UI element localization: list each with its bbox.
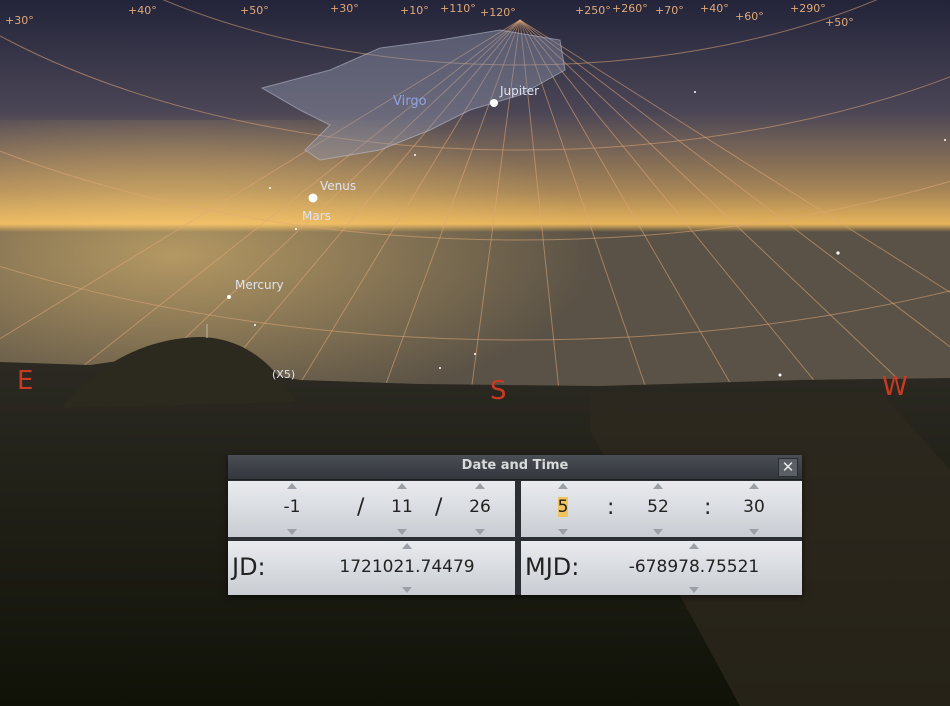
minute-increment-icon[interactable] xyxy=(653,483,663,489)
dialog-title: Date and Time xyxy=(461,458,569,473)
jd-spinbox[interactable]: 1721021.74479 xyxy=(317,541,497,595)
grid-label: +110° xyxy=(440,2,476,15)
grid-label: +260° xyxy=(612,2,648,15)
grid-label: +120° xyxy=(480,6,516,19)
dialog-titlebar[interactable]: Date and Time ✕ xyxy=(228,455,802,480)
date-time-dialog: Date and Time ✕ -1 / 11 / 26 5 : 52: 30… xyxy=(228,455,802,595)
minute-spinbox[interactable]: 52 xyxy=(628,481,688,537)
mjd-label: MJD: xyxy=(525,553,580,581)
hour-decrement-icon[interactable] xyxy=(558,529,568,535)
second-increment-icon[interactable] xyxy=(749,483,759,489)
grid-label: +30° xyxy=(330,2,359,15)
day-value[interactable]: 26 xyxy=(450,497,510,517)
second-spinbox[interactable]: 30 xyxy=(724,481,784,537)
grid-label: +30° xyxy=(5,14,34,27)
day-spinbox[interactable]: 26 xyxy=(450,481,510,537)
jd-decrement-icon[interactable] xyxy=(402,587,412,593)
second-decrement-icon[interactable] xyxy=(749,529,759,535)
month-decrement-icon[interactable] xyxy=(397,529,407,535)
month-increment-icon[interactable] xyxy=(397,483,407,489)
planet-label-mars: Mars xyxy=(302,209,331,223)
grid-label: +250° xyxy=(575,4,611,17)
constellation-label-virgo: Virgo xyxy=(393,94,427,109)
cardinal-south: S xyxy=(490,376,507,406)
day-increment-icon[interactable] xyxy=(475,483,485,489)
grid-label: +50° xyxy=(240,4,269,17)
hour-increment-icon[interactable] xyxy=(558,483,568,489)
sky-view[interactable] xyxy=(0,0,950,706)
date-separator: / xyxy=(357,495,365,520)
second-value[interactable]: 30 xyxy=(724,497,784,517)
time-separator: : xyxy=(607,495,615,520)
grid-label: +10° xyxy=(400,4,429,17)
grid-label: +290° xyxy=(790,2,826,15)
grid-label: +60° xyxy=(735,10,764,23)
jd-panel: JD: 1721021.74479 xyxy=(228,541,515,595)
day-decrement-icon[interactable] xyxy=(475,529,485,535)
mercury-dot xyxy=(227,295,231,299)
year-value[interactable]: -1 xyxy=(262,497,322,517)
time-separator: : xyxy=(704,495,712,520)
date-separator: / xyxy=(435,495,443,520)
grid-label: +40° xyxy=(128,4,157,17)
minute-decrement-icon[interactable] xyxy=(653,529,663,535)
jd-label: JD: xyxy=(232,553,266,581)
mercury-magnifier-label: (X5) xyxy=(272,368,296,381)
year-spinbox[interactable]: -1 xyxy=(262,481,322,537)
mjd-decrement-icon[interactable] xyxy=(689,587,699,593)
time-panel: 5 : 52 : 30 xyxy=(521,481,802,537)
jupiter-dot xyxy=(490,99,498,107)
grid-label: +50° xyxy=(825,16,854,29)
planet-label-jupiter: Jupiter xyxy=(500,84,540,98)
hour-value-text: 5 xyxy=(557,497,569,517)
mjd-value[interactable]: -678978.75521 xyxy=(604,557,784,577)
grid-label: +40° xyxy=(700,2,729,15)
minute-value[interactable]: 52 xyxy=(628,497,688,517)
mjd-panel: MJD: -678978.75521 xyxy=(521,541,802,595)
cardinal-west: W xyxy=(882,372,908,402)
jd-increment-icon[interactable] xyxy=(402,543,412,549)
jd-value[interactable]: 1721021.74479 xyxy=(317,557,497,577)
mjd-spinbox[interactable]: -678978.75521 xyxy=(604,541,784,595)
close-icon[interactable]: ✕ xyxy=(778,458,798,477)
hour-value[interactable]: 5 xyxy=(533,497,593,517)
month-value[interactable]: 11 xyxy=(372,497,432,517)
year-decrement-icon[interactable] xyxy=(287,529,297,535)
hour-spinbox[interactable]: 5 xyxy=(533,481,593,537)
cardinal-east: E xyxy=(17,366,34,396)
year-increment-icon[interactable] xyxy=(287,483,297,489)
venus-dot xyxy=(308,193,318,203)
mjd-increment-icon[interactable] xyxy=(689,543,699,549)
planet-label-venus: Venus xyxy=(320,179,357,193)
month-spinbox[interactable]: 11 xyxy=(372,481,432,537)
date-panel: -1 / 11 / 26 xyxy=(228,481,515,537)
twilight-glow xyxy=(0,120,700,390)
grid-label: +70° xyxy=(655,4,684,17)
planet-label-mercury: Mercury xyxy=(235,278,284,292)
